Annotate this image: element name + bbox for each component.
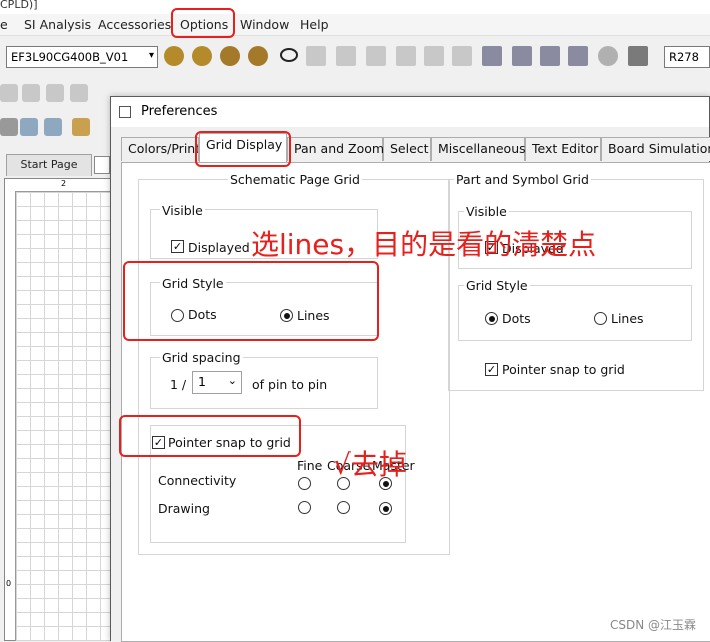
ref-combo-value: R278 <box>669 50 699 64</box>
part-symbol-grid-heading: Part and Symbol Grid <box>454 172 591 187</box>
preferences-dialog: Preferences Colors/Print Grid Display Pa… <box>110 96 710 642</box>
part-lines-label: Lines <box>611 311 644 326</box>
snap-col-fine: Fine <box>297 458 323 473</box>
part-combo[interactable]: EF3L90CG400B_V01 ▾ <box>6 46 158 68</box>
toolbar-icon-4[interactable] <box>396 46 416 66</box>
toolbar2-icon-1[interactable] <box>0 84 18 102</box>
eye-icon[interactable] <box>280 48 298 62</box>
zoom-out-icon[interactable] <box>192 46 212 66</box>
toolbar-icon-8[interactable] <box>512 46 532 66</box>
part-pointer-snap-checkbox[interactable]: ✓ <box>485 363 498 376</box>
tab-miscellaneous[interactable]: Miscellaneous <box>431 137 526 161</box>
snap-row-drawing: Drawing <box>158 501 210 516</box>
grid-spacing-prefix: 1 / <box>170 377 187 392</box>
row-label: 0 <box>6 579 12 588</box>
toolbar-icon-2[interactable] <box>336 46 356 66</box>
menu-item-place[interactable]: e <box>0 17 8 32</box>
toolbar-main: EF3L90CG400B_V01 ▾ R278 <box>0 38 710 74</box>
toolbar-icon-3[interactable] <box>366 46 386 66</box>
part-dots-label: Dots <box>502 311 531 326</box>
toolbar2-icon-4[interactable] <box>70 84 88 102</box>
grid-spacing-suffix: of pin to pin <box>252 377 328 392</box>
watermark: CSDN @江玉霖 <box>609 618 696 632</box>
grid-spacing-select[interactable]: 1 ⌄ <box>192 371 242 394</box>
toolbar-icon-1[interactable] <box>306 46 326 66</box>
toolbar-icon-11[interactable] <box>628 46 648 66</box>
column-label: 2 <box>61 179 67 188</box>
lines-annotation: 选lines，目的是看的清楚点 <box>251 228 597 261</box>
tab-text-editor[interactable]: Text Editor <box>525 137 601 161</box>
drawing-coarse-radio[interactable] <box>337 501 350 514</box>
toolbar2-icon-2[interactable] <box>22 84 40 102</box>
tab-colors-print[interactable]: Colors/Print <box>121 137 199 161</box>
grid-style-highlight-box <box>123 261 379 341</box>
schematic-grid-heading: Schematic Page Grid <box>228 172 362 187</box>
toolbar3-icon-3[interactable] <box>44 118 62 136</box>
toolbar3-icon-2[interactable] <box>20 118 38 136</box>
schematic-displayed-checkbox[interactable]: ✓ <box>171 240 184 253</box>
part-grid-style-title: Grid Style <box>464 278 530 293</box>
menu-item-accessories[interactable]: Accessories <box>98 17 171 32</box>
zoom-in-icon[interactable] <box>164 46 184 66</box>
schematic-visible-title: Visible <box>160 203 205 218</box>
help-icon[interactable] <box>598 46 618 66</box>
dialog-title: Preferences <box>141 104 218 119</box>
schematic-displayed-label: Displayed <box>188 240 250 255</box>
part-dots-radio[interactable] <box>485 312 498 325</box>
toolbar-icon-7[interactable] <box>482 46 502 66</box>
toolbar3-icon-4[interactable] <box>72 118 90 136</box>
chevron-down-icon: ▾ <box>148 50 154 61</box>
menu-bar: e SI Analysis Accessories Options Window… <box>0 14 710 36</box>
toolbar-icon-5[interactable] <box>424 46 444 66</box>
menu-item-window[interactable]: Window <box>240 17 289 32</box>
menu-item-help[interactable]: Help <box>300 17 329 32</box>
zoom-all-icon[interactable] <box>248 46 268 66</box>
drawing-master-radio[interactable] <box>379 502 392 515</box>
menu-item-si-analysis[interactable]: SI Analysis <box>24 17 91 32</box>
ref-combo[interactable]: R278 <box>664 46 710 68</box>
grid-spacing-value: 1 <box>198 374 206 389</box>
options-highlight-box <box>171 8 235 38</box>
part-pointer-snap-label: Pointer snap to grid <box>502 362 625 377</box>
dialog-titlebar[interactable]: Preferences <box>111 97 709 127</box>
dialog-app-icon <box>119 106 131 118</box>
toolbar3-icon-1[interactable] <box>0 118 18 136</box>
schematic-canvas[interactable]: 2 0 <box>4 178 122 641</box>
tab-select[interactable]: Select <box>383 137 431 161</box>
snap-row-connectivity: Connectivity <box>158 473 237 488</box>
grid-spacing-title: Grid spacing <box>160 350 243 365</box>
connectivity-fine-radio[interactable] <box>298 477 311 490</box>
chevron-down-icon: ⌄ <box>227 374 237 387</box>
grid-display-highlight-box <box>195 131 291 167</box>
tab-pan-and-zoom[interactable]: Pan and Zoom <box>287 137 384 161</box>
uncheck-annotation: √去掉 <box>333 448 407 481</box>
canvas-grid <box>15 191 121 641</box>
drawing-fine-radio[interactable] <box>298 501 311 514</box>
window-title-fragment: CPLD)] <box>0 0 710 14</box>
toolbar-icon-6[interactable] <box>452 46 472 66</box>
toolbar2-icon-3[interactable] <box>46 84 64 102</box>
toolbar-icon-10[interactable] <box>568 46 588 66</box>
tab-board-simulation[interactable]: Board Simulation <box>601 137 710 161</box>
zoom-area-icon[interactable] <box>220 46 240 66</box>
part-lines-radio[interactable] <box>594 312 607 325</box>
schematic-tab-icon[interactable] <box>94 156 110 174</box>
part-combo-value: EF3L90CG400B_V01 <box>11 50 129 64</box>
start-page-tab[interactable]: Start Page <box>6 154 92 176</box>
pointer-snap-highlight-box <box>119 415 301 457</box>
part-visible-title: Visible <box>464 204 509 219</box>
toolbar-icon-9[interactable] <box>540 46 560 66</box>
